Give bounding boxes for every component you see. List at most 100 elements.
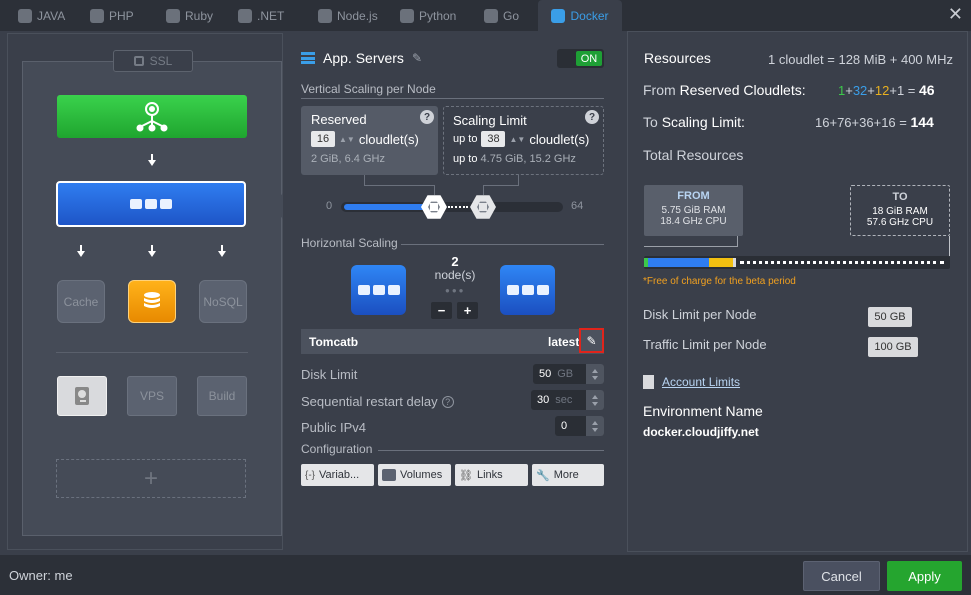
links-button[interactable]: ⛓ Links	[455, 464, 528, 486]
lock-icon	[133, 56, 144, 66]
divider	[378, 450, 604, 451]
slider-fill	[344, 204, 434, 210]
traffic-limit-label: Traffic Limit per Node	[643, 337, 767, 352]
edit-tag-button[interactable]: ✎	[579, 328, 604, 353]
document-icon	[643, 375, 654, 389]
java-icon	[18, 8, 32, 23]
node-toggle[interactable]: ON	[557, 49, 604, 68]
limit-input-row: up to 38 ▲▼ cloudlet(s)	[453, 131, 590, 147]
add-node-button[interactable]: +	[56, 459, 246, 498]
connector	[737, 236, 738, 247]
links-icon: ⛓	[459, 469, 473, 482]
help-icon[interactable]: ?	[420, 110, 434, 124]
reserved-cloudlets-input[interactable]: 16	[311, 131, 335, 147]
close-icon[interactable]: ✕	[948, 4, 963, 25]
php-icon	[90, 8, 104, 23]
volumes-icon	[382, 469, 396, 481]
disk-limit-value: 50 GB	[868, 307, 912, 327]
tab-docker[interactable]: Docker	[538, 0, 622, 31]
to-limit-label: To Scaling Limit:	[643, 114, 745, 130]
more-button[interactable]: 🔧 More	[532, 464, 604, 486]
slider-range	[448, 206, 468, 208]
disk-limit-label: Disk Limit	[301, 367, 358, 382]
arrow-down-icon	[148, 154, 156, 166]
from-summary: FROM 5.75 GiB RAM 18.4 GHz CPU	[644, 185, 743, 236]
node-label: node(s)	[434, 268, 476, 282]
limit-info: up to 4.75 GiB, 15.2 GHz	[453, 153, 576, 165]
ruby-icon	[166, 8, 180, 23]
ssl-button[interactable]: SSL	[113, 50, 193, 72]
traffic-limit-value: 100 GB	[868, 337, 918, 357]
tab-nodejs[interactable]: Node.js	[312, 0, 384, 31]
help-icon[interactable]: ?	[441, 395, 454, 408]
restart-delay-input[interactable]: 30 sec	[531, 390, 604, 410]
connector	[483, 185, 519, 186]
sql-node[interactable]	[128, 280, 176, 323]
to-summary: TO 18 GiB RAM 57.6 GHz CPU	[850, 185, 950, 236]
edit-pencil-icon[interactable]: ✎	[412, 51, 422, 65]
cache-node[interactable]: Cache	[57, 280, 105, 323]
app-servers-icon	[301, 52, 315, 64]
public-ipv4-input[interactable]: 0	[555, 416, 604, 436]
public-ipv4-label: Public IPv4	[301, 420, 367, 435]
connector	[364, 185, 434, 186]
tab-go[interactable]: Go	[478, 0, 525, 31]
add-node-button[interactable]: +	[457, 302, 478, 319]
owner-label: Owner: me	[9, 568, 73, 583]
reserved-title: Reserved	[311, 112, 367, 127]
nosql-node[interactable]: NoSQL	[199, 280, 247, 323]
app-server-icon	[357, 285, 400, 295]
resources-panel	[627, 31, 968, 552]
divider	[401, 244, 604, 245]
reserved-slider-handle[interactable]	[421, 195, 447, 219]
volumes-button[interactable]: Volumes	[378, 464, 451, 486]
horizontal-scaling-title: Horizontal Scaling	[301, 236, 398, 250]
reserved-info: 2 GiB, 6.4 GHz	[311, 153, 385, 165]
tab-dotnet[interactable]: .NET	[232, 0, 290, 31]
apply-button[interactable]: Apply	[887, 561, 962, 591]
connector	[518, 175, 519, 185]
slider-min: 0	[326, 200, 333, 212]
arrow-down-icon	[218, 245, 226, 257]
env-name-label: Environment Name	[643, 403, 763, 419]
node-instance[interactable]	[500, 265, 555, 315]
vps-node[interactable]: VPS	[127, 376, 177, 416]
tab-php[interactable]: PHP	[84, 0, 140, 31]
tab-ruby[interactable]: Ruby	[160, 0, 219, 31]
stepper-icon[interactable]: ▲▼	[339, 135, 355, 144]
app-server-icon	[506, 285, 549, 295]
cloudlet-definition: 1 cloudlet = 128 MiB + 400 MHz	[768, 52, 953, 67]
remove-node-button[interactable]: −	[431, 302, 452, 319]
arrow-down-icon	[77, 245, 85, 257]
help-icon[interactable]: ?	[585, 110, 599, 124]
tab-java[interactable]: JAVA	[12, 0, 71, 31]
app-server-node[interactable]	[56, 181, 246, 227]
hard-disk-icon	[75, 387, 89, 405]
variables-icon: {-}	[305, 469, 316, 481]
total-resources-title: Total Resources	[643, 147, 744, 163]
balancer-node[interactable]	[57, 95, 247, 138]
stepper-icon[interactable]: ▲▼	[509, 135, 525, 144]
storage-node[interactable]	[57, 376, 107, 416]
stepper-icon[interactable]	[586, 364, 604, 384]
account-limits-link[interactable]: Account Limits	[643, 375, 740, 389]
connector	[483, 185, 484, 195]
connector	[434, 185, 435, 195]
dotnet-icon	[238, 8, 252, 23]
stepper-icon[interactable]	[586, 390, 604, 410]
disk-limit-input[interactable]: 50 GB	[533, 364, 604, 384]
resources-title: Resources	[644, 50, 711, 66]
build-node[interactable]: Build	[197, 376, 247, 416]
cancel-button[interactable]: Cancel	[803, 561, 880, 591]
variables-button[interactable]: {-} Variab...	[301, 464, 374, 486]
limit-slider-handle[interactable]	[470, 195, 496, 219]
node-instance[interactable]	[351, 265, 406, 315]
dots-indicator: ●●●	[445, 286, 466, 295]
divider	[301, 98, 604, 99]
tab-python[interactable]: Python	[394, 0, 462, 31]
app-server-icon	[130, 199, 172, 209]
stepper-icon[interactable]	[586, 416, 604, 436]
limit-cloudlets-input[interactable]: 38	[481, 131, 506, 147]
go-icon	[484, 8, 498, 23]
selection-pointer	[271, 193, 283, 219]
